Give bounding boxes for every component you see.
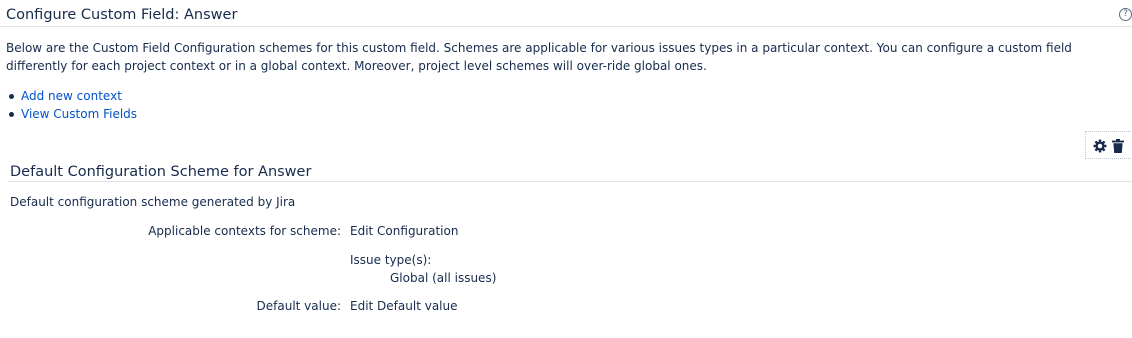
- scheme-divider: [8, 181, 1132, 182]
- issue-types-value: Global (all issues): [390, 271, 497, 285]
- list-item: View Custom Fields: [8, 105, 137, 123]
- page-title: Configure Custom Field: Answer: [6, 7, 238, 23]
- scheme-actions: [1085, 131, 1131, 159]
- gear-icon[interactable]: [1093, 139, 1107, 153]
- operations-list: Add new context View Custom Fields: [8, 87, 137, 123]
- applicable-contexts-label: Applicable contexts for scheme:: [148, 224, 341, 238]
- edit-configuration-link[interactable]: Edit Configuration: [350, 224, 458, 238]
- scheme-description: Default configuration scheme generated b…: [10, 195, 296, 209]
- list-item: Add new context: [8, 87, 137, 105]
- view-custom-fields-link[interactable]: View Custom Fields: [21, 107, 137, 121]
- edit-default-value-link[interactable]: Edit Default value: [350, 299, 458, 313]
- bullet-icon: [9, 94, 14, 99]
- issue-types-label: Issue type(s):: [350, 253, 432, 267]
- add-new-context-link[interactable]: Add new context: [21, 89, 122, 103]
- page: Configure Custom Field: Answer ? Below a…: [0, 0, 1132, 338]
- scheme-title: Default Configuration Scheme for Answer: [10, 164, 312, 180]
- bullet-icon: [9, 112, 14, 117]
- trash-icon[interactable]: [1112, 139, 1124, 153]
- intro-text: Below are the Custom Field Configuration…: [6, 41, 1072, 73]
- page-header: Configure Custom Field: Answer ?: [0, 0, 1132, 27]
- help-icon[interactable]: ?: [1119, 8, 1132, 21]
- default-value-label: Default value:: [256, 299, 341, 313]
